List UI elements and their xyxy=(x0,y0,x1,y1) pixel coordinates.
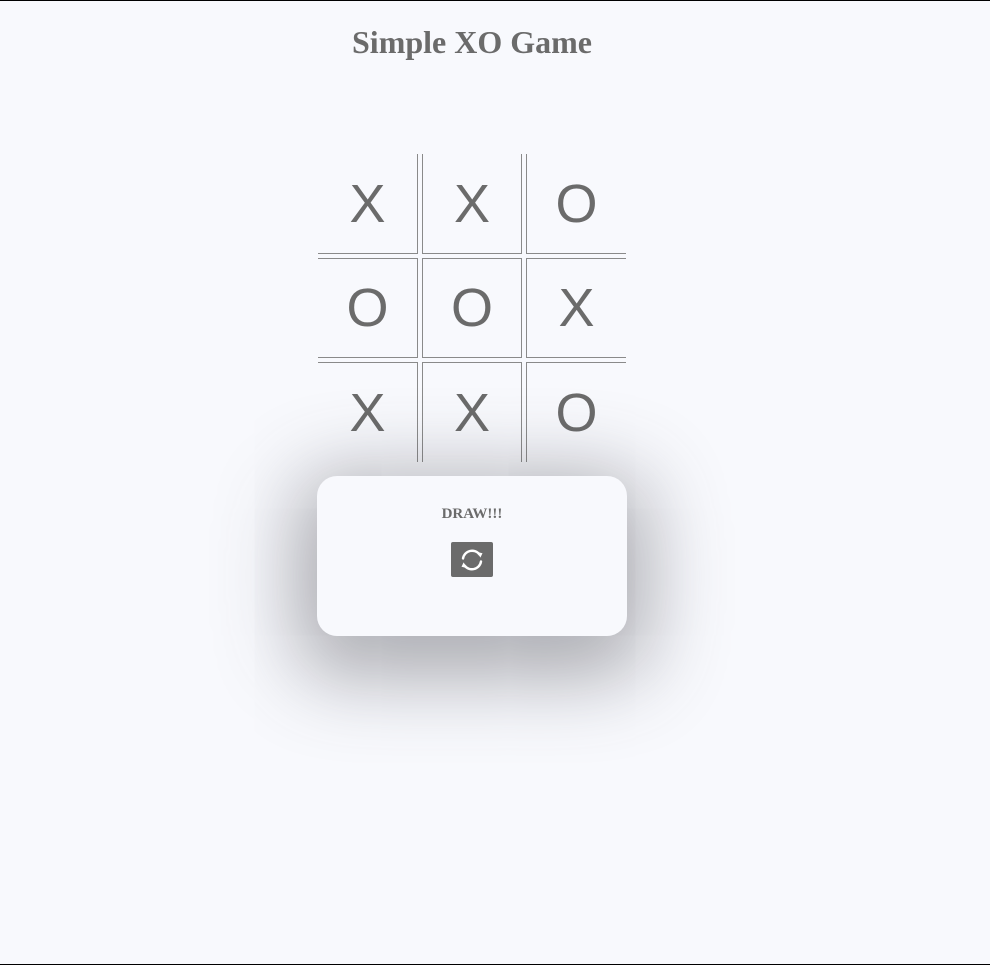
refresh-icon xyxy=(461,549,483,570)
board-cell[interactable]: O xyxy=(422,258,522,358)
board-cell[interactable]: X xyxy=(318,154,418,254)
restart-button[interactable] xyxy=(451,542,493,577)
board-cell[interactable]: X xyxy=(526,258,626,358)
page-title: Simple XO Game xyxy=(352,24,592,60)
board-cell[interactable]: O xyxy=(318,258,418,358)
result-modal: DRAW!!! xyxy=(317,476,627,636)
window-top-border xyxy=(0,0,990,1)
board-cell[interactable]: X xyxy=(422,362,522,462)
result-message: DRAW!!! xyxy=(441,506,503,522)
game-board: X X O O O X X X O xyxy=(318,154,626,462)
board-cell[interactable]: X xyxy=(318,362,418,462)
board-cell[interactable]: O xyxy=(526,362,626,462)
board-cell[interactable]: O xyxy=(526,154,626,254)
board-cell[interactable]: X xyxy=(422,154,522,254)
